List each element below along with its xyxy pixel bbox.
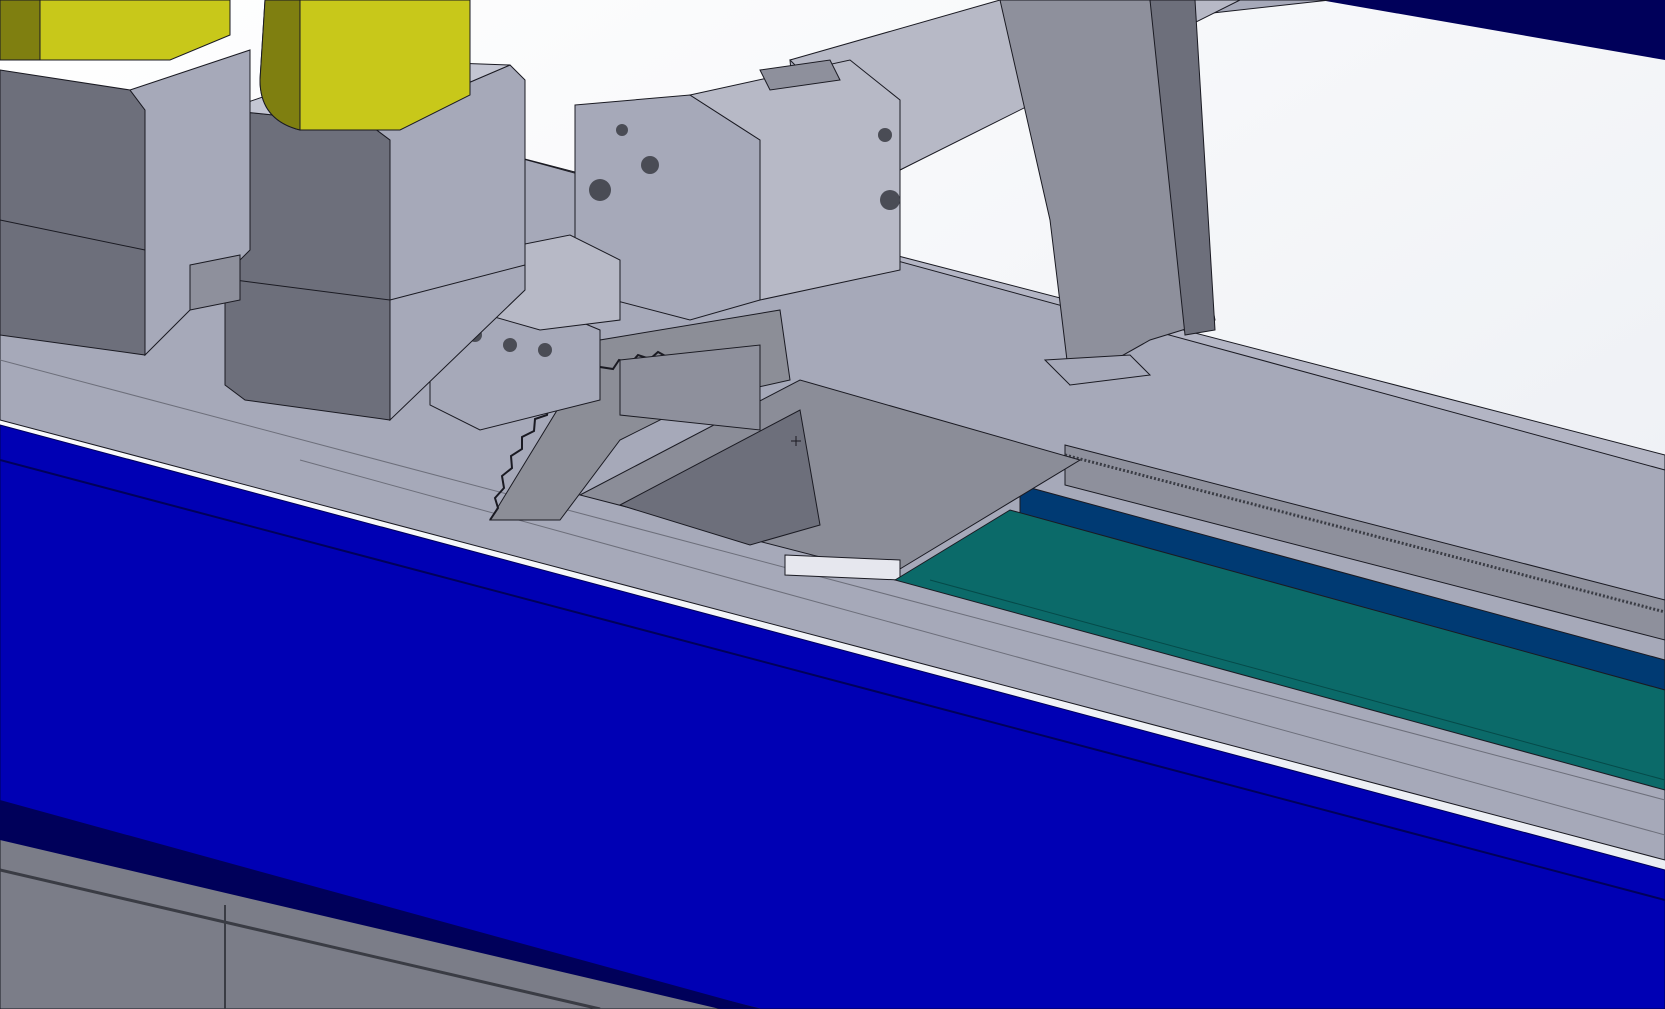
cad-model-viewport[interactable] [0, 0, 1665, 1009]
bolt-hole [878, 128, 892, 142]
bolt-hole [503, 338, 517, 352]
motor-bracket [189, 254, 241, 311]
bolt-hole [616, 124, 628, 136]
recess-light-strip [784, 554, 901, 581]
cad-scene[interactable] [0, 0, 1665, 1009]
bolt-hole [641, 156, 659, 174]
yellow-motor-right [259, 0, 471, 131]
bolt-hole [589, 179, 611, 201]
bolt-hole [880, 190, 900, 210]
bolt-hole [538, 343, 552, 357]
